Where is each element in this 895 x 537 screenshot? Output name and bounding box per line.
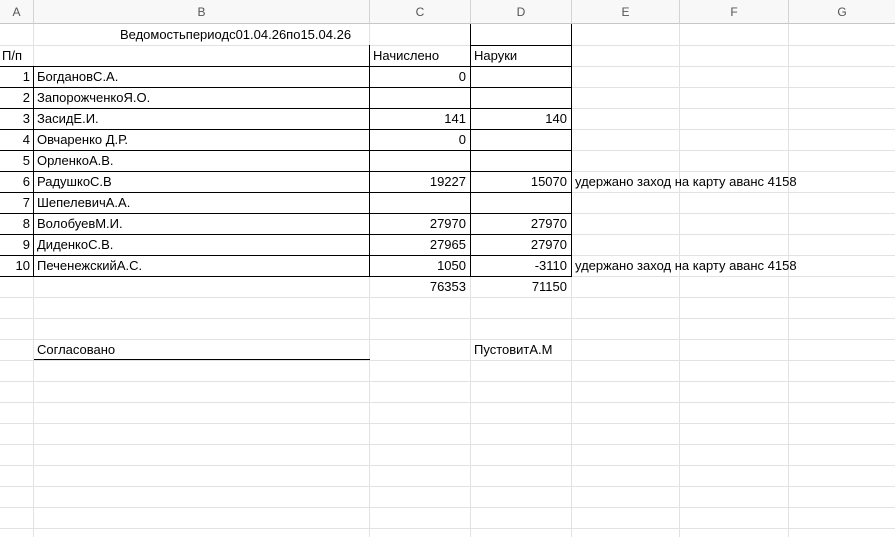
cash-value[interactable]: 15070 bbox=[471, 172, 571, 192]
accrued-value[interactable]: 0 bbox=[370, 130, 470, 150]
accrued-value[interactable]: 141 bbox=[370, 109, 470, 129]
column-header-d[interactable]: D bbox=[471, 0, 572, 24]
total-cash[interactable]: 71150 bbox=[471, 277, 571, 297]
employee-name[interactable]: РадушкоС.В bbox=[34, 172, 369, 192]
row-number[interactable]: 1 bbox=[0, 67, 34, 87]
signer-name[interactable]: ПустовитА.М bbox=[471, 340, 671, 360]
cash-value[interactable]: -3110 bbox=[471, 256, 571, 276]
row-number[interactable]: 10 bbox=[0, 256, 34, 276]
employee-name[interactable]: ЗапорожченкоЯ.О. bbox=[34, 88, 369, 108]
accrued-value[interactable]: 27965 bbox=[370, 235, 470, 255]
employee-name[interactable]: ОрленкоА.В. bbox=[34, 151, 369, 171]
header-cash[interactable]: Наруки bbox=[471, 46, 571, 66]
grid-line bbox=[0, 486, 895, 487]
employee-name[interactable]: ЗасидЕ.И. bbox=[34, 109, 369, 129]
accrued-value[interactable]: 0 bbox=[370, 67, 470, 87]
grid-line bbox=[0, 465, 895, 466]
grid-line bbox=[0, 507, 895, 508]
spreadsheet: A B C D E F G Ведомостьпериодс01.04.26по… bbox=[0, 0, 895, 537]
column-header-g[interactable]: G bbox=[789, 0, 895, 24]
table-border bbox=[571, 24, 572, 277]
cash-value[interactable] bbox=[471, 67, 571, 87]
accrued-value[interactable] bbox=[370, 88, 470, 108]
grid-line bbox=[0, 381, 895, 382]
accrued-value[interactable] bbox=[370, 193, 470, 213]
approved-label[interactable]: Согласовано bbox=[34, 340, 369, 360]
row-note[interactable]: удержано заход на карту аванс 4158 bbox=[572, 256, 892, 276]
grid-line bbox=[0, 444, 895, 445]
cash-value[interactable] bbox=[471, 88, 571, 108]
row-number[interactable]: 2 bbox=[0, 88, 34, 108]
employee-name[interactable]: БогдановС.А. bbox=[34, 67, 369, 87]
employee-name[interactable]: Овчаренко Д.Р. bbox=[34, 130, 369, 150]
row-number[interactable]: 5 bbox=[0, 151, 34, 171]
column-header-b[interactable]: B bbox=[34, 0, 370, 24]
grid-line bbox=[0, 402, 895, 403]
cash-value[interactable]: 140 bbox=[471, 109, 571, 129]
cash-value[interactable]: 27970 bbox=[471, 235, 571, 255]
row-number[interactable]: 9 bbox=[0, 235, 34, 255]
cash-value[interactable]: 27970 bbox=[471, 214, 571, 234]
employee-name[interactable]: ШепелевичА.А. bbox=[34, 193, 369, 213]
column-header-a[interactable]: A bbox=[0, 0, 34, 24]
grid-line bbox=[0, 528, 895, 529]
accrued-value[interactable]: 27970 bbox=[370, 214, 470, 234]
row-number[interactable]: 3 bbox=[0, 109, 34, 129]
grid-line bbox=[0, 360, 895, 361]
grid-line bbox=[0, 318, 895, 319]
grid-line bbox=[788, 24, 789, 537]
column-header-f[interactable]: F bbox=[680, 0, 789, 24]
total-accrued[interactable]: 76353 bbox=[370, 277, 470, 297]
cash-value[interactable] bbox=[471, 151, 571, 171]
row-note[interactable]: удержано заход на карту аванс 4158 bbox=[572, 172, 892, 192]
header-number[interactable]: П/п bbox=[0, 46, 34, 66]
row-number[interactable]: 7 bbox=[0, 193, 34, 213]
grid-line bbox=[0, 423, 895, 424]
accrued-value[interactable]: 19227 bbox=[370, 172, 470, 192]
column-header-c[interactable]: C bbox=[370, 0, 471, 24]
employee-name[interactable]: ПеченежскийА.С. bbox=[34, 256, 369, 276]
cash-value[interactable] bbox=[471, 193, 571, 213]
cash-value[interactable] bbox=[471, 130, 571, 150]
grid-line bbox=[679, 24, 680, 537]
row-number[interactable]: 6 bbox=[0, 172, 34, 192]
column-header-e[interactable]: E bbox=[572, 0, 680, 24]
header-accrued[interactable]: Начислено bbox=[370, 46, 470, 66]
employee-name[interactable]: ВолобуевМ.И. bbox=[34, 214, 369, 234]
accrued-value[interactable]: 1050 bbox=[370, 256, 470, 276]
grid-line bbox=[0, 297, 895, 298]
row-number[interactable]: 8 bbox=[0, 214, 34, 234]
sheet-title[interactable]: Ведомостьпериодс01.04.26по15.04.26 bbox=[0, 25, 471, 45]
row-number[interactable]: 4 bbox=[0, 130, 34, 150]
accrued-value[interactable] bbox=[370, 151, 470, 171]
employee-name[interactable]: ДиденкоС.В. bbox=[34, 235, 369, 255]
